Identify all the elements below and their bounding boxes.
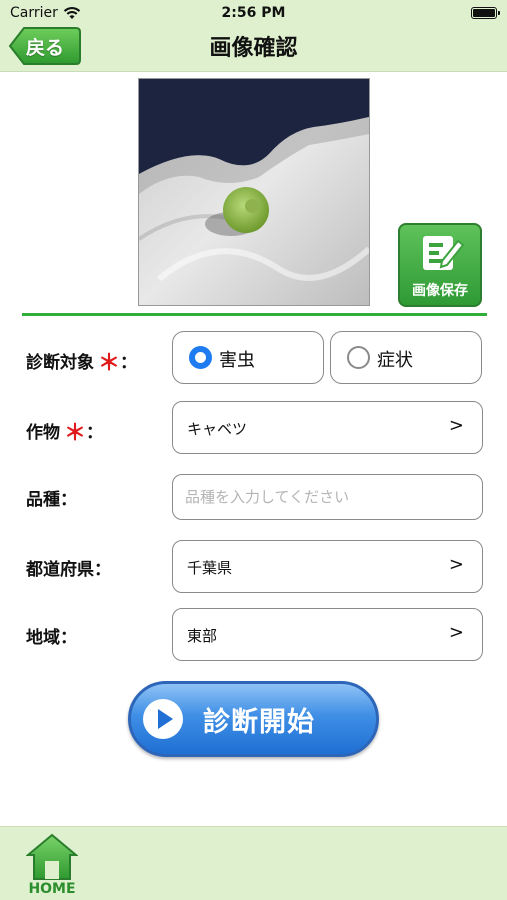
chevron-right-icon: > (448, 622, 464, 643)
play-icon (143, 699, 183, 739)
crop-colon: ： (86, 423, 104, 443)
chevron-right-icon: > (448, 554, 464, 575)
status-time: 2:56 PM (221, 5, 286, 21)
bottom-bar: HOME (0, 826, 507, 900)
region-label: 地域： (26, 628, 77, 648)
app-screen: Carrier 2:56 PM 戻る 画像確認 画像保存 診断対象 ＊： 害虫 … (0, 0, 507, 900)
top-bar: Carrier 2:56 PM 戻る 画像確認 (0, 0, 507, 72)
edit-note-icon (423, 236, 464, 270)
prefecture-label: 都道府県： (26, 560, 111, 580)
target-colon: ： (120, 353, 138, 373)
save-image-button[interactable]: 画像保存 (398, 223, 482, 307)
home-button[interactable]: HOME (22, 831, 82, 897)
target-label-group: 診断対象 ＊： (26, 345, 137, 377)
chevron-right-icon: > (448, 415, 464, 436)
status-bar: Carrier 2:56 PM (0, 0, 507, 26)
target-label: 診断対象 (26, 353, 94, 373)
radio-unselected-icon (347, 346, 370, 369)
region-value: 東部 (187, 627, 218, 645)
radio-pest-label: 害虫 (219, 350, 255, 371)
crop-label: 作物 (26, 423, 60, 443)
variety-input[interactable] (185, 482, 465, 512)
start-diagnosis-label: 診断開始 (203, 707, 315, 738)
battery-icon (471, 7, 500, 19)
crop-label-group: 作物 ＊： (26, 415, 103, 447)
start-diagnosis-button[interactable]: 診断開始 (128, 681, 379, 757)
variety-field (172, 474, 483, 520)
variety-label: 品種： (26, 490, 77, 510)
region-select[interactable]: 東部 > (172, 608, 483, 661)
radio-pest[interactable]: 害虫 (172, 331, 324, 384)
radio-selected-icon (189, 346, 212, 369)
crop-select[interactable]: キャベツ > (172, 401, 483, 454)
home-icon (26, 833, 78, 880)
required-mark: ＊ (64, 421, 87, 446)
prefecture-select[interactable]: 千葉県 > (172, 540, 483, 593)
radio-symptom-label: 症状 (377, 350, 413, 371)
prefecture-value: 千葉県 (187, 559, 233, 577)
radio-symptom[interactable]: 症状 (330, 331, 482, 384)
home-label: HOME (28, 881, 76, 897)
crop-value: キャベツ (187, 420, 248, 438)
captured-photo (138, 78, 370, 306)
photo-image (139, 79, 369, 305)
section-divider (22, 313, 487, 316)
save-image-label: 画像保存 (412, 283, 468, 299)
required-mark: ＊ (98, 351, 121, 376)
page-title: 画像確認 (209, 36, 298, 61)
